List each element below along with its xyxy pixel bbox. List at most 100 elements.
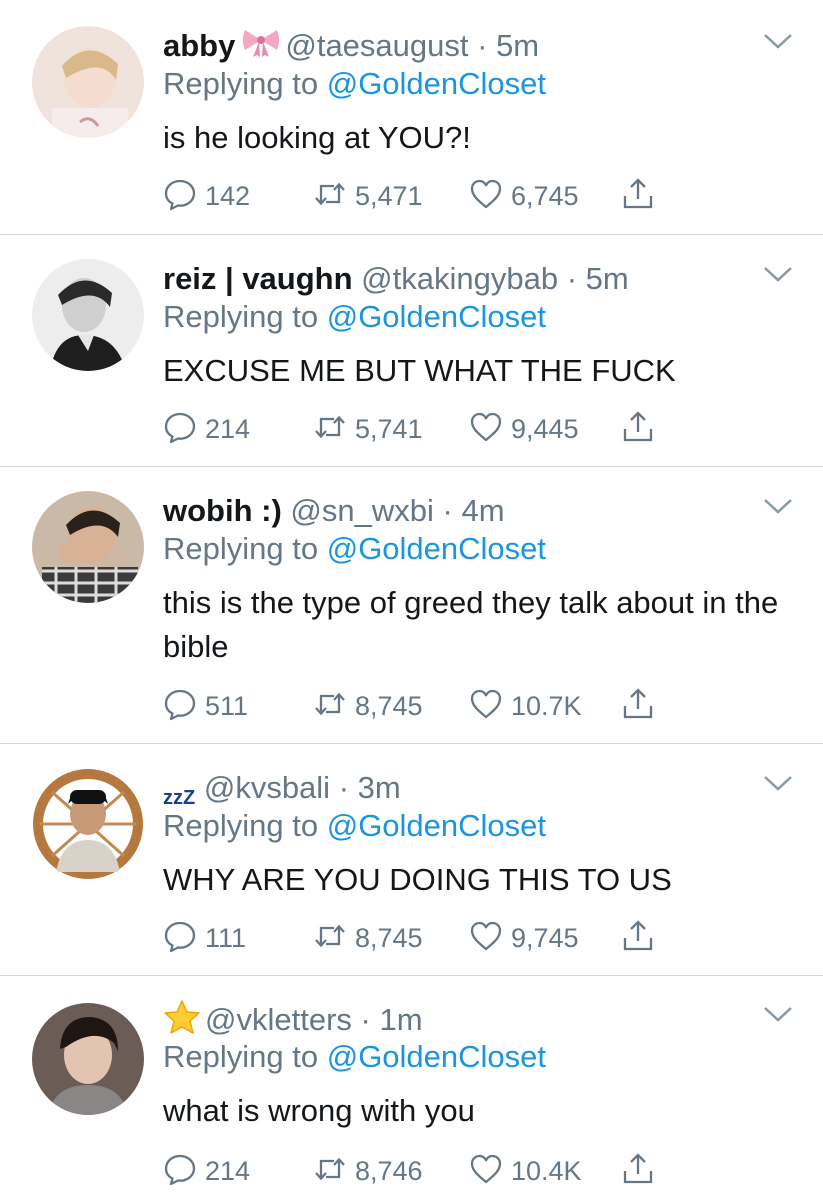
like-button[interactable]: 9,745 <box>469 918 579 958</box>
heart-icon <box>469 1152 503 1191</box>
reply-button[interactable]: 511 <box>163 686 248 726</box>
separator-dot: · <box>558 261 586 296</box>
retweet-count: 5,741 <box>355 413 423 444</box>
avatar[interactable] <box>32 259 144 371</box>
divider <box>0 975 823 976</box>
comment-icon <box>163 687 197 726</box>
chevron-down-icon[interactable] <box>762 30 794 52</box>
comment-icon <box>163 177 197 216</box>
like-count: 6,745 <box>511 180 579 211</box>
avatar[interactable] <box>32 26 144 138</box>
reply-count: 214 <box>205 1155 251 1186</box>
retweet-button[interactable]: 8,745 <box>313 686 423 726</box>
reply-feed: abby @taesaugust · 5m Replying to @Golden… <box>0 0 823 1200</box>
divider <box>0 466 823 467</box>
tweet-actions: 511 8,745 10.7K <box>163 686 683 726</box>
like-count: 10.4K <box>511 1155 582 1186</box>
chevron-down-icon[interactable] <box>762 263 794 285</box>
retweet-button[interactable]: 5,741 <box>313 409 423 449</box>
mention-link[interactable]: @GoldenCloset <box>327 66 546 101</box>
avatar[interactable] <box>32 491 144 603</box>
retweet-count: 8,745 <box>355 690 423 721</box>
retweet-count: 5,471 <box>355 180 423 211</box>
like-count: 9,445 <box>511 413 579 444</box>
retweet-icon <box>313 687 347 726</box>
tweet-text: EXCUSE ME BUT WHAT THE FUCK <box>163 353 676 388</box>
like-button[interactable]: 10.4K <box>469 1151 582 1191</box>
display-name[interactable]: zzZ <box>163 770 195 809</box>
retweet-icon <box>313 410 347 449</box>
divider <box>0 743 823 744</box>
reply-count: 511 <box>205 690 249 721</box>
timestamp[interactable]: 5m <box>586 261 629 296</box>
timestamp[interactable]: 1m <box>379 1002 422 1037</box>
timestamp[interactable]: 4m <box>461 493 504 528</box>
reply-button[interactable]: 214 <box>163 409 250 449</box>
like-button[interactable]: 9,445 <box>469 409 579 449</box>
retweet-count: 8,746 <box>355 1155 423 1186</box>
share-button[interactable] <box>621 686 655 726</box>
chevron-down-icon[interactable] <box>762 495 794 517</box>
tweet-text: what is wrong with you <box>163 1093 475 1128</box>
display-name[interactable]: wobih :) <box>163 493 282 528</box>
replying-to: Replying to @GoldenCloset <box>163 531 547 566</box>
retweet-icon <box>313 1152 347 1191</box>
reply-button[interactable]: 142 <box>163 176 250 216</box>
reply-count: 111 <box>205 922 247 953</box>
tweet-actions: 214 5,741 9,445 <box>163 409 683 449</box>
user-handle[interactable]: @sn_wxbi <box>290 493 433 528</box>
like-button[interactable]: 6,745 <box>469 176 579 216</box>
separator-dot: · <box>468 28 497 63</box>
replying-to: Replying to @GoldenCloset <box>163 299 547 334</box>
share-button[interactable] <box>621 1151 655 1191</box>
like-count: 10.7K <box>511 690 582 721</box>
share-button[interactable] <box>621 918 655 958</box>
avatar[interactable] <box>32 768 144 880</box>
share-button[interactable] <box>621 409 655 449</box>
separator-dot: · <box>351 1002 380 1038</box>
share-icon <box>621 410 655 449</box>
mention-link[interactable]: @GoldenCloset <box>327 808 546 843</box>
comment-icon <box>163 919 197 958</box>
mention-link[interactable]: @GoldenCloset <box>327 299 546 334</box>
heart-icon <box>469 919 503 958</box>
mention-link[interactable]: @GoldenCloset <box>327 1039 546 1074</box>
share-icon <box>621 1152 655 1191</box>
user-handle[interactable]: @kvsbali <box>204 770 330 805</box>
replying-to: Replying to @GoldenCloset <box>163 66 547 101</box>
chevron-down-icon[interactable] <box>762 1003 794 1025</box>
share-button[interactable] <box>621 176 655 216</box>
ribbon-icon <box>241 28 281 68</box>
tweet-actions: 111 8,745 9,745 <box>163 918 683 958</box>
retweet-button[interactable]: 8,746 <box>313 1151 423 1191</box>
timestamp[interactable]: 3m <box>358 770 401 805</box>
tweet-text: this is the type of greed they talk abou… <box>163 585 779 664</box>
retweet-count: 8,745 <box>355 922 423 953</box>
comment-icon <box>163 410 197 449</box>
chevron-down-icon[interactable] <box>762 772 794 794</box>
share-icon <box>621 687 655 726</box>
tweet-actions: 142 5,471 6,745 <box>163 176 683 216</box>
user-handle[interactable]: @taesaugust <box>285 28 468 63</box>
display-name[interactable]: abby <box>163 28 235 63</box>
retweet-icon <box>313 177 347 216</box>
mention-link[interactable]: @GoldenCloset <box>327 531 546 566</box>
heart-icon <box>469 177 503 216</box>
user-handle[interactable]: @vkletters <box>205 1002 352 1037</box>
share-icon <box>621 177 655 216</box>
tweet-text: is he looking at YOU?! <box>163 120 471 155</box>
user-handle[interactable]: @tkakingybab <box>361 261 558 296</box>
retweet-icon <box>313 919 347 958</box>
timestamp[interactable]: 5m <box>496 28 539 63</box>
separator-dot: · <box>433 493 462 528</box>
heart-icon <box>469 687 503 726</box>
reply-button[interactable]: 214 <box>163 1151 250 1191</box>
retweet-button[interactable]: 8,745 <box>313 918 423 958</box>
retweet-button[interactable]: 5,471 <box>313 176 423 216</box>
display-name[interactable]: reiz | vaughn <box>163 261 353 296</box>
avatar[interactable] <box>32 1003 144 1115</box>
like-button[interactable]: 10.7K <box>469 686 582 726</box>
like-count: 9,745 <box>511 922 579 953</box>
replying-to: Replying to @GoldenCloset <box>163 1039 547 1074</box>
reply-button[interactable]: 111 <box>163 918 246 958</box>
